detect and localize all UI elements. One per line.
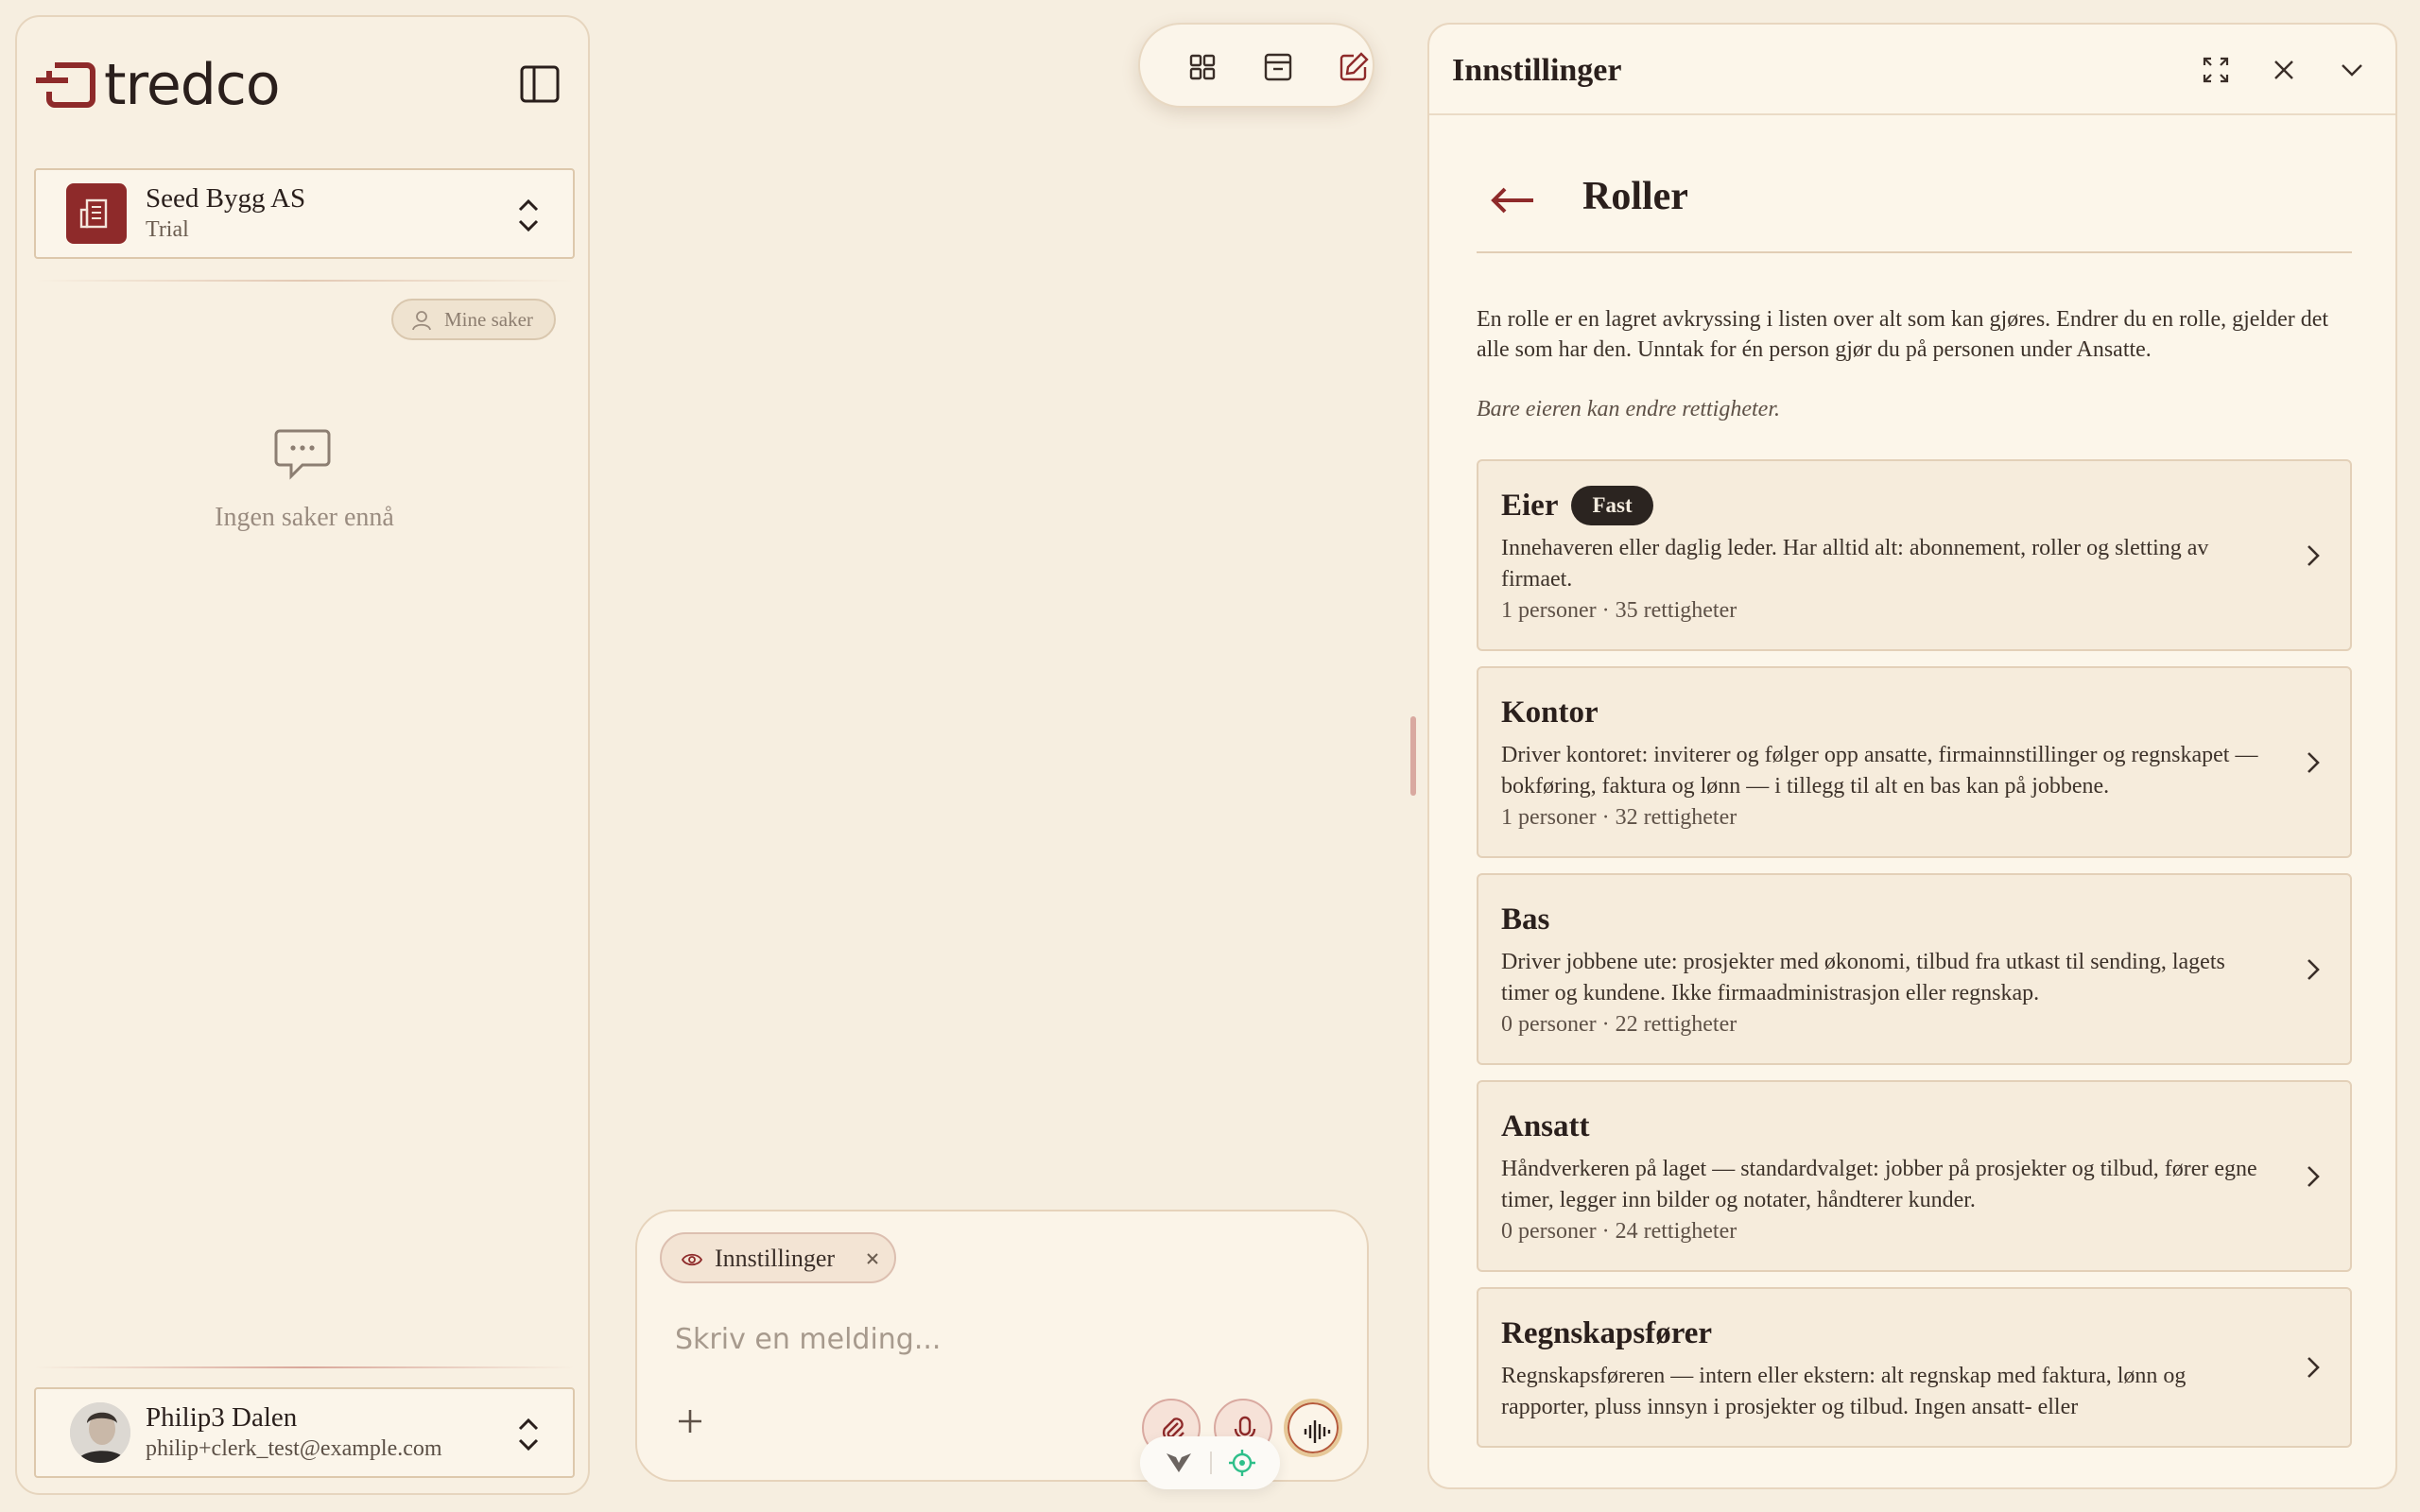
back-arrow-icon[interactable] [1488, 181, 1537, 219]
divider [1210, 1452, 1212, 1474]
role-card-regnskapsforer[interactable]: Regnskapsfører Regnskapsføreren — intern… [1477, 1287, 2352, 1448]
role-card-ansatt[interactable]: Ansatt Håndverkeren på laget — standardv… [1477, 1080, 2352, 1272]
chevron-right-icon [2308, 751, 2320, 773]
brand-logo[interactable]: tredco [34, 52, 281, 118]
building-icon [66, 183, 127, 244]
target-icon[interactable] [1227, 1448, 1257, 1478]
chevron-right-icon [2308, 1357, 2320, 1378]
role-card-kontor[interactable]: Kontor Driver kontoret: inviterer og føl… [1477, 666, 2352, 858]
role-meta: 1 personer · 32 rettigheter [1501, 805, 1737, 830]
divider [34, 280, 575, 282]
role-meta: 0 personer · 22 rettigheter [1501, 1012, 1737, 1037]
role-list: Eier Fast Innehaveren eller daglig leder… [1477, 459, 2352, 1467]
user-icon [412, 311, 431, 331]
filter-label: Mine saker [444, 307, 533, 331]
panel-resize-handle[interactable] [1410, 716, 1416, 796]
tredco-logo-icon [36, 62, 95, 108]
my-cases-filter[interactable]: Mine saker [391, 299, 556, 340]
role-card-eier[interactable]: Eier Fast Innehaveren eller daglig leder… [1477, 459, 2352, 651]
role-card-bas[interactable]: Bas Driver jobbene ute: prosjekter med ø… [1477, 873, 2352, 1065]
user-name: Philip3 Dalen [146, 1402, 298, 1433]
role-badge: Fast [1571, 486, 1653, 525]
sidebar: tredco Seed Bygg AS Trial Mine saker Ing… [15, 15, 590, 1495]
close-icon[interactable] [2267, 53, 2301, 87]
role-description: Driver kontoret: inviterer og følger opp… [1501, 743, 2258, 799]
intro-text: En rolle er en lagret avkryssing i liste… [1477, 307, 2329, 362]
user-email: philip+clerk_test@example.com [146, 1436, 442, 1461]
close-icon[interactable] [862, 1248, 883, 1269]
chevron-down-icon[interactable] [2335, 53, 2369, 87]
sidebar-toggle-icon[interactable] [518, 62, 562, 106]
divider [1477, 251, 2352, 253]
section-title: Roller [1582, 175, 1688, 218]
role-meta: 0 personer · 24 rettigheter [1501, 1219, 1737, 1244]
user-switcher[interactable]: Philip3 Dalen philip+clerk_test@example.… [34, 1387, 575, 1478]
chevron-right-icon [2308, 544, 2320, 566]
role-name: Eier [1501, 488, 1559, 523]
panel-title: Innstillinger [1452, 53, 1622, 88]
chevron-updown-icon [518, 198, 539, 232]
role-name: Regnskapsfører [1501, 1315, 1713, 1350]
chevron-updown-icon [518, 1418, 539, 1452]
permission-note: Bare eieren kan endre rettigheter. [1477, 397, 1780, 421]
grid-icon[interactable] [1184, 48, 1221, 86]
settings-panel: Innstillinger Roller En rolle er en lagr… [1427, 23, 2397, 1489]
role-name: Ansatt [1501, 1108, 1590, 1143]
empty-state-text: Ingen saker ennå [215, 503, 394, 532]
role-name: Kontor [1501, 695, 1599, 730]
role-name: Bas [1501, 902, 1550, 936]
org-switcher[interactable]: Seed Bygg AS Trial [34, 168, 575, 259]
expand-icon[interactable] [2199, 53, 2233, 87]
panel-header: Innstillinger [1429, 25, 2395, 115]
divider [34, 1366, 575, 1368]
brand-name: tredco [104, 52, 281, 118]
role-description: Driver jobbene ute: prosjekter med økono… [1501, 950, 2225, 1005]
inbox-icon[interactable] [1259, 48, 1297, 86]
message-input[interactable] [675, 1315, 1318, 1363]
voice-mode-button[interactable] [1284, 1399, 1342, 1457]
context-chip[interactable]: Innstillinger [660, 1232, 896, 1283]
role-description: Håndverkeren på laget — standardvalget: … [1501, 1157, 2257, 1212]
plus-icon[interactable] [671, 1402, 709, 1440]
chevron-down-logo-icon[interactable] [1165, 1450, 1193, 1476]
chevron-right-icon [2308, 1165, 2320, 1187]
quick-actions-pill [1140, 1436, 1280, 1489]
view-toolbar [1138, 23, 1374, 108]
avatar [70, 1402, 130, 1463]
context-chip-label: Innstillinger [715, 1245, 836, 1272]
org-plan: Trial [146, 217, 189, 242]
chat-bubble-icon [274, 429, 331, 480]
waveform-icon [1304, 1420, 1331, 1443]
chevron-right-icon [2308, 958, 2320, 980]
eye-icon [681, 1253, 703, 1266]
role-description: Innehaveren eller daglig leder. Har allt… [1501, 536, 2209, 592]
role-meta: 1 personer · 35 rettigheter [1501, 598, 1737, 623]
org-name: Seed Bygg AS [146, 183, 306, 214]
edit-icon[interactable] [1335, 48, 1373, 86]
role-description: Regnskapsføreren — intern eller ekstern:… [1501, 1364, 2187, 1419]
